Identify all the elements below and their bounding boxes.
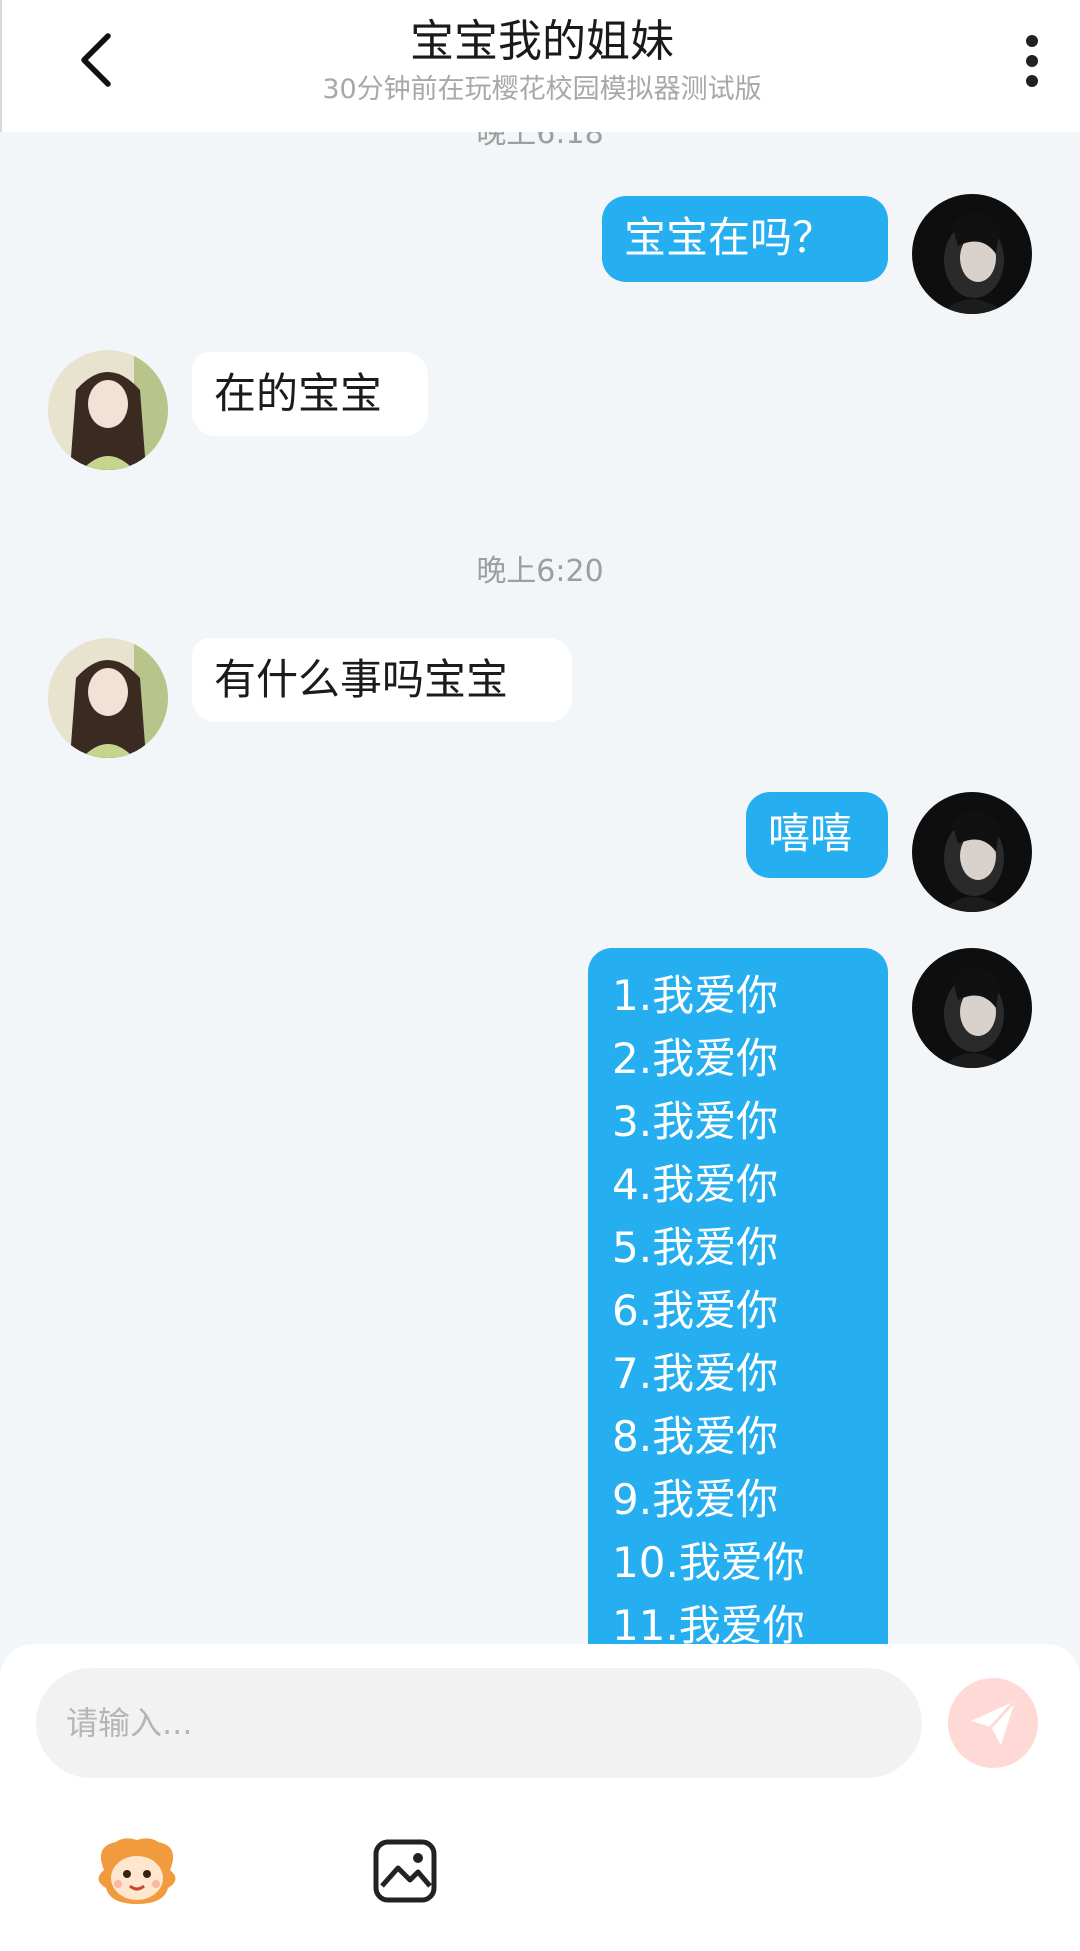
timestamp-partial: 晚上6:18 bbox=[476, 132, 604, 151]
message-line: 10.我爱你 bbox=[612, 1538, 805, 1587]
send-button[interactable] bbox=[948, 1678, 1038, 1768]
avatar-photo-self bbox=[912, 194, 1032, 314]
outgoing-message-bubble[interactable]: 嘻嘻 bbox=[746, 792, 888, 878]
avatar-photo-contact bbox=[48, 638, 168, 758]
contact-status: 30分钟前在玩樱花校园模拟器测试版 bbox=[322, 74, 762, 105]
message-line: 9.我爱你 bbox=[612, 1475, 779, 1524]
message-line: 11.我爱你 bbox=[612, 1601, 805, 1644]
avatar-photo-self bbox=[912, 948, 1032, 1068]
message-line: 2.我爱你 bbox=[612, 1034, 779, 1083]
chat-header: 宝宝我的姐妹 30分钟前在玩樱花校园模拟器测试版 bbox=[0, 0, 1080, 132]
message-input[interactable] bbox=[36, 1668, 922, 1778]
image-icon bbox=[373, 1839, 437, 1903]
message-line: 5.我爱你 bbox=[612, 1223, 779, 1272]
my-avatar[interactable] bbox=[912, 194, 1032, 314]
character-emoji-icon bbox=[98, 1838, 176, 1904]
more-vertical-icon bbox=[1026, 35, 1038, 87]
more-options-button[interactable] bbox=[1012, 26, 1052, 96]
message-line: 3.我爱你 bbox=[612, 1097, 779, 1146]
message-line: 4.我爱你 bbox=[612, 1160, 779, 1209]
my-avatar[interactable] bbox=[912, 792, 1032, 912]
message-list[interactable]: 晚上6:18 宝宝在吗？ 在的宝宝 晚上6:20 有什么事吗宝宝 嘻嘻 1.我爱… bbox=[0, 132, 1080, 1644]
outgoing-long-message-bubble[interactable]: 1.我爱你 2.我爱你 3.我爱你 4.我爱你 5.我爱你 6.我爱你 7.我爱… bbox=[588, 948, 888, 1644]
timestamp: 晚上6:20 bbox=[476, 554, 604, 589]
emoji-button[interactable] bbox=[92, 1826, 182, 1916]
message-line: 8.我爱你 bbox=[612, 1412, 779, 1461]
image-button[interactable] bbox=[360, 1826, 450, 1916]
message-line: 7.我爱你 bbox=[612, 1349, 779, 1398]
composer-panel bbox=[0, 1644, 1080, 1951]
avatar-photo-contact bbox=[48, 350, 168, 470]
contact-avatar[interactable] bbox=[48, 350, 168, 470]
incoming-message-bubble[interactable]: 有什么事吗宝宝 bbox=[192, 638, 572, 722]
outgoing-message-bubble[interactable]: 宝宝在吗？ bbox=[602, 196, 888, 282]
contact-name: 宝宝我的姐妹 bbox=[410, 16, 674, 67]
message-line: 1.我爱你 bbox=[612, 971, 779, 1020]
message-line: 6.我爱你 bbox=[612, 1286, 779, 1335]
my-avatar[interactable] bbox=[912, 948, 1032, 1068]
contact-avatar[interactable] bbox=[48, 638, 168, 758]
avatar-photo-self bbox=[912, 792, 1032, 912]
incoming-message-bubble[interactable]: 在的宝宝 bbox=[192, 352, 428, 436]
paper-plane-icon bbox=[971, 1699, 1017, 1745]
